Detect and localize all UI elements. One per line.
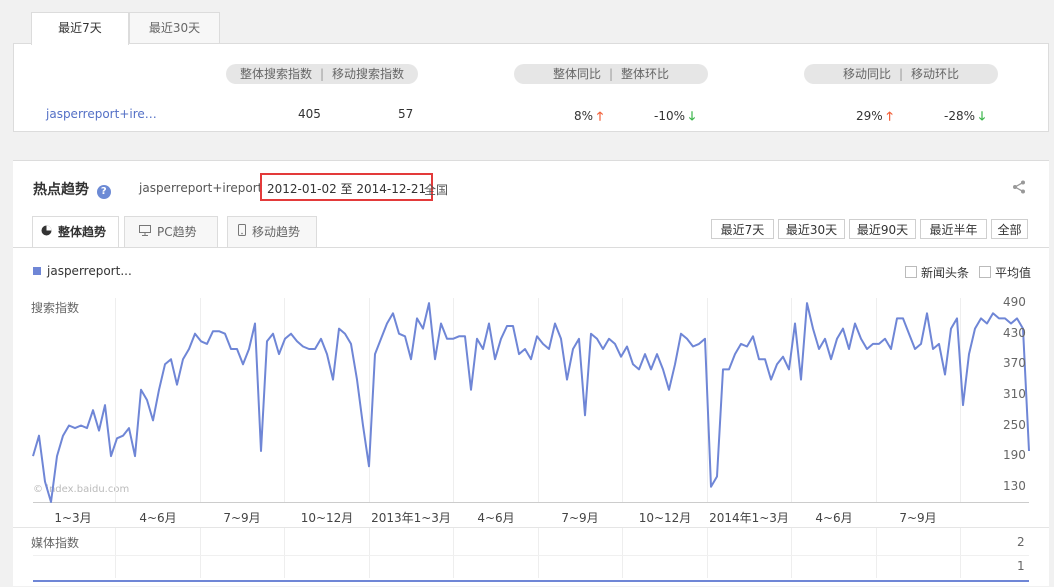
tab-pc-trend[interactable]: PC趋势	[124, 216, 218, 247]
header-search-index: 整体搜索指数 | 移动搜索指数	[226, 64, 418, 84]
help-icon[interactable]: ?	[96, 185, 111, 199]
header-overall-search: 整体搜索指数	[239, 67, 312, 81]
header-overall-mom: 整体环比	[621, 67, 670, 81]
arrow-down-icon: 🡓	[978, 109, 986, 123]
header-separator: |	[898, 67, 904, 81]
header-mobile-search: 移动搜索指数	[332, 67, 405, 81]
overall-mom-value: -10% 🡓	[654, 107, 695, 128]
y-tick-label: 310	[1003, 386, 1026, 401]
mobile-yoy-text: 29%	[856, 109, 883, 123]
media-tick-2: 2	[1017, 535, 1025, 549]
share-icon[interactable]	[1012, 180, 1026, 197]
media-tick-1: 1	[1017, 559, 1025, 573]
mobile-mom-value: -28% 🡓	[944, 107, 985, 128]
overall-search-value: 405	[298, 107, 321, 121]
y-tick-label: 490	[1003, 295, 1026, 310]
summary-panel: 最近7天 最近30天 整体搜索指数 | 移动搜索指数 整体同比 | 整体环比 移动同比 |…	[13, 12, 1049, 132]
tab-mobile-trend-label: 移动趋势	[252, 225, 301, 239]
range-90-days-button[interactable]: 最近90天	[849, 219, 916, 239]
tab-pc-trend-label: PC趋势	[157, 225, 197, 239]
range-all-button[interactable]: 全部	[991, 219, 1028, 239]
arrow-down-icon: 🡓	[688, 109, 696, 123]
arrow-up-icon: 🡑	[886, 109, 893, 123]
tab-overall-trend-label: 整体趋势	[58, 225, 107, 239]
pie-icon	[41, 217, 52, 248]
trend-chart: jasperreport... 新闻头条 平均值 搜索指数 © index.ba…	[13, 247, 1049, 587]
trend-header: 热点趋势 ?	[33, 179, 111, 199]
header-separator: |	[608, 67, 614, 81]
tab-overall-trend[interactable]: 整体趋势	[32, 216, 119, 248]
trend-keyword: jasperreport+ireport	[139, 181, 263, 195]
media-index-label: 媒体指数	[31, 536, 80, 550]
tab-last-30-days[interactable]: 最近30天	[129, 12, 220, 44]
mobile-yoy-value: 29% 🡑	[856, 107, 893, 128]
monitor-icon	[139, 217, 151, 248]
arrow-up-icon: 🡑	[596, 109, 604, 123]
region-label[interactable]: 全国	[424, 181, 448, 198]
range-half-year-button[interactable]: 最近半年	[920, 219, 987, 239]
tab-mobile-trend[interactable]: 移动趋势	[227, 216, 317, 247]
date-range[interactable]: 2012-01-02 至 2014-12-21	[260, 173, 434, 201]
y-axis-labels: 490 430 370 310 250 190 130	[13, 248, 1049, 587]
trend-panel: 热点趋势 ? jasperreport+ireport 2012-01-02 至…	[13, 160, 1049, 586]
header-mobile-yoy: 移动同比	[842, 67, 891, 81]
tab-last-7-days[interactable]: 最近7天	[31, 12, 129, 45]
range-7-days-button[interactable]: 最近7天	[711, 219, 774, 239]
header-overall-change: 整体同比 | 整体环比	[514, 64, 708, 84]
overall-mom-text: -10%	[654, 109, 686, 123]
overall-yoy-text: 8%	[574, 109, 594, 123]
y-tick-label: 430	[1003, 325, 1026, 340]
header-mobile-mom: 移动环比	[911, 67, 960, 81]
mobile-mom-text: -28%	[944, 109, 976, 123]
overall-yoy-value: 8% 🡑	[574, 107, 603, 128]
y-tick-label: 130	[1003, 478, 1026, 493]
mobile-search-value: 57	[398, 107, 414, 121]
keyword-link[interactable]: jasperreport+ire…	[46, 107, 157, 121]
header-mobile-change: 移动同比 | 移动环比	[804, 64, 998, 84]
y-tick-label: 370	[1003, 356, 1026, 371]
phone-icon	[238, 217, 246, 248]
summary-table: 整体搜索指数 | 移动搜索指数 整体同比 | 整体环比 移动同比 | 移动环比 jasper…	[13, 43, 1049, 132]
range-30-days-button[interactable]: 最近30天	[778, 219, 845, 239]
trend-title: 热点趋势	[33, 182, 89, 198]
header-overall-yoy: 整体同比	[552, 67, 601, 81]
header-separator: |	[319, 67, 325, 81]
y-tick-label: 250	[1003, 417, 1026, 432]
y-tick-label: 190	[1003, 448, 1026, 463]
